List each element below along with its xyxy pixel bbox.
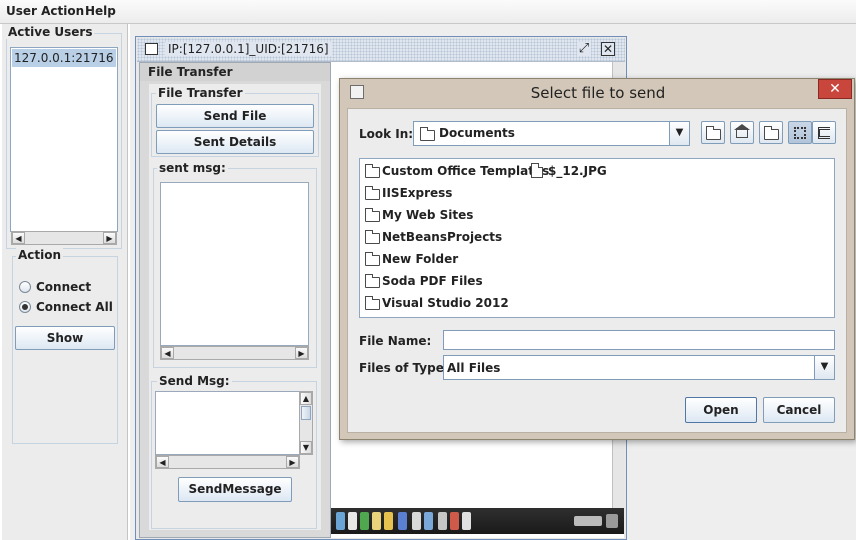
menu-user-action[interactable]: User Action xyxy=(6,4,84,18)
scroll-right-arrow-icon[interactable]: ▶ xyxy=(103,232,116,244)
list-view-icon xyxy=(794,127,806,139)
scroll-left-arrow-icon[interactable]: ◀ xyxy=(161,347,174,359)
send-message-button[interactable]: SendMessage xyxy=(178,477,292,502)
up-folder-icon xyxy=(706,126,721,140)
new-folder-icon xyxy=(764,126,779,140)
up-folder-button[interactable] xyxy=(701,121,725,144)
taskbar-app-icon xyxy=(424,512,433,530)
file-list-item[interactable]: Custom Office Templates xyxy=(382,164,549,178)
folder-icon xyxy=(420,127,435,141)
file-transfer-titlebar[interactable]: File Transfer xyxy=(140,63,330,81)
file-list-item[interactable]: $_12.JPG xyxy=(548,164,607,178)
folder-icon xyxy=(365,208,380,222)
files-of-type-value: All Files xyxy=(447,361,501,375)
file-list-item[interactable]: IISExpress xyxy=(382,186,452,200)
sent-details-button[interactable]: Sent Details xyxy=(156,130,314,154)
folder-icon xyxy=(365,164,380,178)
maximize-icon[interactable]: ⤢ xyxy=(577,42,591,56)
send-msg-textarea[interactable] xyxy=(155,391,300,455)
files-of-type-combo[interactable]: All Files ▼ xyxy=(443,355,835,380)
file-name-label: File Name: xyxy=(359,334,432,348)
file-name-input[interactable] xyxy=(443,330,835,350)
close-icon[interactable]: ✕ xyxy=(601,42,615,56)
taskbar-app-icon xyxy=(462,512,471,530)
cancel-button[interactable]: Cancel xyxy=(763,397,835,423)
menu-help[interactable]: Help xyxy=(85,4,116,18)
file-transfer-group-title: File Transfer xyxy=(156,86,245,100)
menu-bar: User Action Help xyxy=(0,0,856,24)
scroll-left-arrow-icon[interactable]: ◀ xyxy=(12,232,25,244)
active-users-title: Active Users xyxy=(6,25,95,39)
folder-icon xyxy=(365,296,380,310)
folder-icon xyxy=(365,230,380,244)
details-view-button[interactable] xyxy=(812,121,836,144)
send-file-button[interactable]: Send File xyxy=(156,104,314,128)
taskbar-app-icon xyxy=(348,512,357,530)
sent-msg-label: sent msg: xyxy=(157,161,228,175)
connect-radio-label: Connect xyxy=(36,280,92,294)
active-users-list[interactable]: 127.0.0.1:21716 ◀ ▶ xyxy=(10,47,118,245)
scroll-down-arrow-icon[interactable]: ▼ xyxy=(300,441,312,454)
file-transfer-frame-title: File Transfer xyxy=(148,65,233,79)
connect-all-radio[interactable] xyxy=(19,301,31,313)
file-icon xyxy=(531,163,543,178)
folder-icon xyxy=(365,274,380,288)
scroll-right-arrow-icon[interactable]: ▶ xyxy=(295,347,308,359)
taskbar-app-icon xyxy=(412,512,421,530)
file-list-item[interactable]: NetBeansProjects xyxy=(382,230,502,244)
new-folder-button[interactable] xyxy=(759,121,783,144)
taskbar-image xyxy=(330,508,624,534)
home-roof-icon xyxy=(734,124,750,130)
scroll-thumb[interactable] xyxy=(301,406,311,420)
dialog-title: Select file to send xyxy=(530,84,666,102)
home-button[interactable] xyxy=(730,121,754,144)
action-title: Action xyxy=(16,248,64,262)
folder-icon xyxy=(365,186,380,200)
connect-radio[interactable] xyxy=(19,281,31,293)
dialog-close-button[interactable]: ✕ xyxy=(818,79,852,99)
look-in-label: Look In: xyxy=(359,127,414,141)
taskbar-app-icon xyxy=(450,512,459,530)
chat-window-titlebar[interactable]: IP:[127.0.0.1]_UID:[21716] ⤢ ✕ xyxy=(137,38,625,62)
taskbar-app-icon xyxy=(384,512,393,530)
taskbar-app-icon xyxy=(398,512,407,530)
chevron-down-icon[interactable]: ▼ xyxy=(814,356,834,379)
file-list-item[interactable]: New Folder xyxy=(382,252,458,266)
tray-icons xyxy=(574,516,602,526)
tray-clock xyxy=(606,514,618,528)
scroll-left-arrow-icon[interactable]: ◀ xyxy=(156,456,169,468)
details-view-icon xyxy=(818,127,830,139)
taskbar-app-icon xyxy=(360,512,369,530)
taskbar-app-icon xyxy=(336,512,345,530)
file-list-item[interactable]: Visual Studio 2012 xyxy=(382,296,509,310)
user-list-item[interactable]: 127.0.0.1:21716 xyxy=(12,49,116,67)
sent-msg-hscrollbar[interactable]: ◀ ▶ xyxy=(160,346,309,360)
file-list-item[interactable]: My Web Sites xyxy=(382,208,473,222)
list-view-button[interactable] xyxy=(788,121,812,144)
open-button[interactable]: Open xyxy=(685,397,757,423)
folder-icon xyxy=(365,252,380,266)
connect-all-radio-label: Connect All xyxy=(36,300,113,314)
send-msg-vscrollbar[interactable]: ▲ ▼ xyxy=(299,391,313,455)
look-in-combo[interactable]: Documents ▼ xyxy=(413,121,690,146)
show-button[interactable]: Show xyxy=(15,326,115,350)
send-msg-label: Send Msg: xyxy=(157,374,232,388)
scroll-up-arrow-icon[interactable]: ▲ xyxy=(300,392,312,405)
file-list-item[interactable]: Soda PDF Files xyxy=(382,274,483,288)
users-list-hscrollbar[interactable]: ◀ ▶ xyxy=(11,231,117,245)
files-of-type-label: Files of Type: xyxy=(359,361,449,375)
send-msg-hscrollbar[interactable]: ◀ ▶ xyxy=(155,455,300,469)
taskbar-app-icon xyxy=(372,512,381,530)
sent-msg-textarea[interactable] xyxy=(160,182,309,346)
window-icon xyxy=(145,43,158,55)
file-list[interactable]: Custom Office Templates $_12.JPG IISExpr… xyxy=(359,158,835,318)
chat-window-title: IP:[127.0.0.1]_UID:[21716] xyxy=(165,42,332,56)
scroll-right-arrow-icon[interactable]: ▶ xyxy=(286,456,299,468)
look-in-value: Documents xyxy=(439,126,515,140)
taskbar-app-icon xyxy=(438,512,447,530)
chevron-down-icon[interactable]: ▼ xyxy=(669,122,689,145)
